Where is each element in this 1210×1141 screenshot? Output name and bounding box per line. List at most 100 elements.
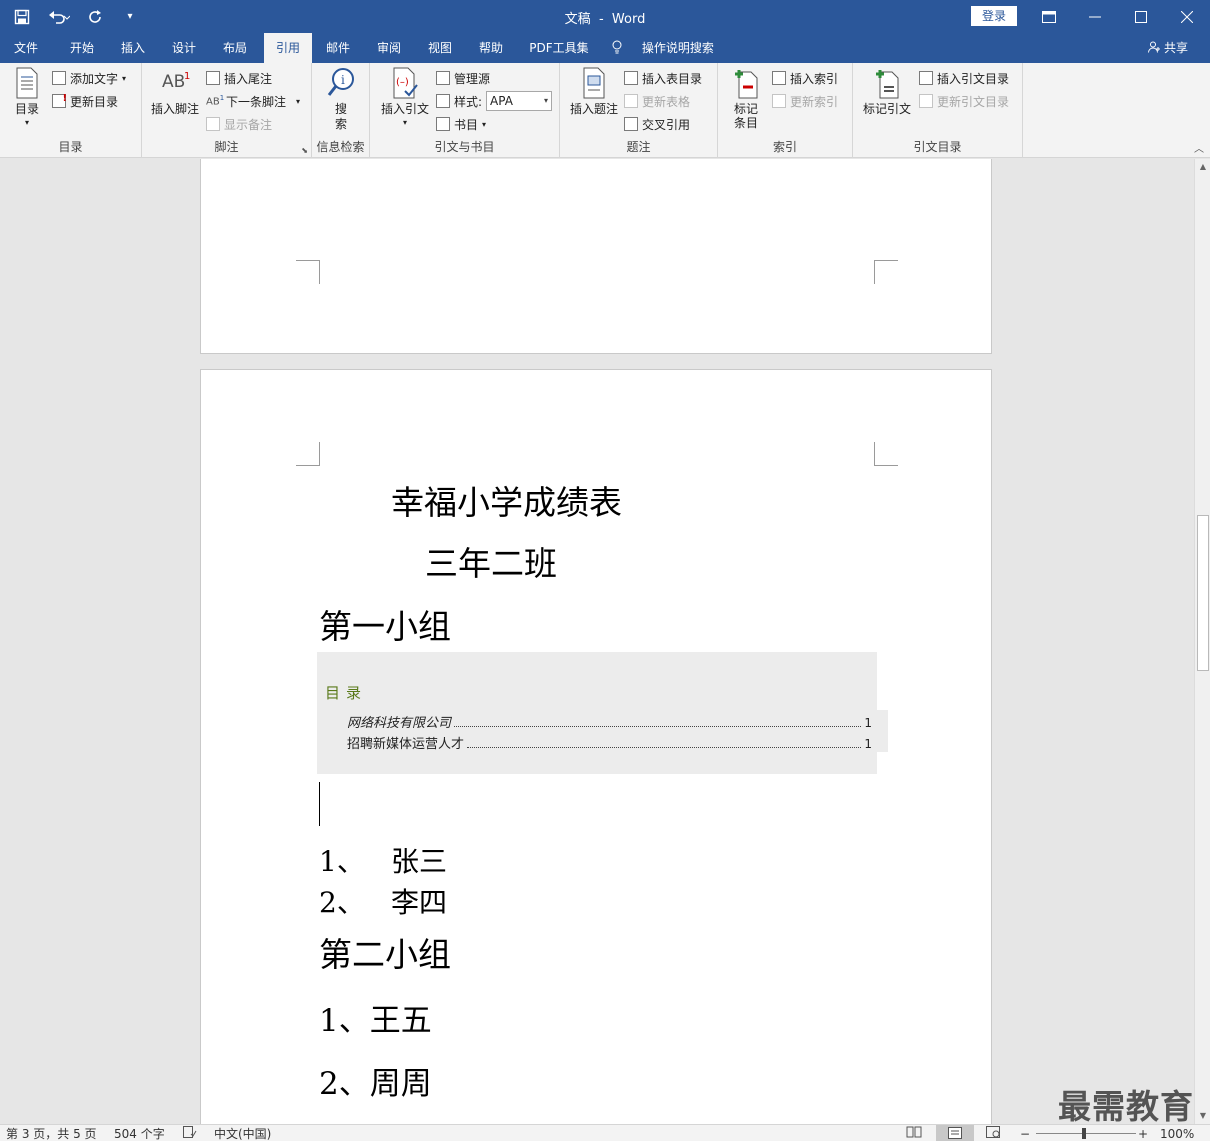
title-separator: - bbox=[598, 12, 604, 27]
read-mode-icon[interactable] bbox=[906, 1126, 922, 1141]
tell-me-search[interactable]: 操作说明搜索 bbox=[612, 33, 720, 63]
update-index-button[interactable]: 更新索引 bbox=[772, 92, 838, 110]
style-dropdown[interactable]: APA ▾ bbox=[486, 91, 553, 111]
toc-group: 目录 ▾ 添加文字 ▾ ! 更新目录 目录 bbox=[0, 63, 142, 158]
update-table-label: 更新表格 bbox=[642, 94, 691, 109]
vertical-scrollbar[interactable]: ▲ ▼ bbox=[1194, 159, 1210, 1124]
maximize-icon[interactable] bbox=[1118, 0, 1164, 33]
table-of-contents[interactable]: 目录 网络科技有限公司 1 招聘新媒体运营人才 1 bbox=[317, 652, 888, 774]
word-count[interactable]: 504 个字 bbox=[114, 1126, 165, 1141]
tab-references[interactable]: 引用 bbox=[264, 33, 312, 63]
insert-caption-button[interactable]: 插入题注 bbox=[568, 67, 620, 116]
tab-help[interactable]: 帮助 bbox=[469, 33, 513, 63]
manage-sources-label: 管理源 bbox=[454, 71, 491, 86]
insert-citation-button[interactable]: (–) 插入引文 ▾ bbox=[380, 67, 430, 130]
toc-heading: 目录 bbox=[325, 684, 368, 702]
style-value: APA bbox=[490, 94, 513, 108]
ribbon: 目录 ▾ 添加文字 ▾ ! 更新目录 目录 AB 1 插入脚注 插入尾注 AB1 … bbox=[0, 63, 1210, 158]
mark-citation-button[interactable]: 标记引文 bbox=[861, 67, 913, 116]
cross-reference-button[interactable]: 交叉引用 bbox=[624, 115, 690, 133]
footnote-icon: AB 1 bbox=[162, 71, 191, 92]
show-notes-label: 显示备注 bbox=[224, 117, 273, 132]
tell-me-label: 操作说明搜索 bbox=[641, 41, 714, 55]
toc-entry[interactable]: 招聘新媒体运营人才 1 bbox=[347, 733, 872, 752]
zoom-in-icon[interactable]: + bbox=[1138, 1126, 1148, 1141]
toc-leader-dots bbox=[454, 717, 862, 727]
print-layout-icon[interactable] bbox=[936, 1125, 974, 1141]
web-layout-icon[interactable] bbox=[986, 1126, 1000, 1141]
current-page[interactable]: 幸福小学成绩表 三年二班 第一小组 目录 网络科技有限公司 1 招聘新媒体运营人… bbox=[200, 369, 992, 1124]
show-notes-button[interactable]: 显示备注 bbox=[206, 115, 272, 133]
insert-index-icon bbox=[772, 71, 786, 85]
search-label: 搜索 bbox=[334, 102, 347, 131]
update-toc-label: 更新目录 bbox=[70, 94, 119, 109]
tab-design[interactable]: 设计 bbox=[161, 33, 207, 63]
tab-mailings[interactable]: 邮件 bbox=[316, 33, 360, 63]
tab-home[interactable]: 开始 bbox=[58, 33, 106, 63]
dialog-launcher-icon[interactable]: ⬊ bbox=[301, 146, 308, 155]
zoom-slider[interactable] bbox=[1036, 1133, 1136, 1134]
insert-caption-label: 插入题注 bbox=[569, 102, 618, 116]
scroll-up-icon[interactable]: ▲ bbox=[1195, 159, 1210, 175]
insert-footnote-button[interactable]: AB 1 插入脚注 bbox=[150, 67, 200, 116]
add-text-button[interactable]: 添加文字 ▾ bbox=[52, 69, 126, 87]
update-table-button[interactable]: 更新表格 bbox=[624, 92, 690, 110]
endnote-icon bbox=[206, 71, 220, 85]
previous-page bbox=[200, 159, 992, 354]
search-button[interactable]: i 搜索 bbox=[324, 67, 358, 132]
add-text-label: 添加文字 bbox=[70, 71, 119, 86]
tab-insert[interactable]: 插入 bbox=[110, 33, 156, 63]
zoom-slider-thumb[interactable] bbox=[1082, 1128, 1086, 1139]
bibliography-label: 书目 bbox=[454, 117, 479, 132]
next-footnote-label: 下一条脚注 bbox=[226, 94, 287, 109]
proofing-icon[interactable] bbox=[183, 1126, 197, 1141]
share-button[interactable]: 共享 bbox=[1148, 33, 1188, 63]
insert-toa-button[interactable]: 插入引文目录 bbox=[919, 69, 1009, 87]
scrollbar-thumb[interactable] bbox=[1197, 515, 1209, 671]
tab-file[interactable]: 文件 bbox=[0, 33, 52, 63]
document-area: 幸福小学成绩表 三年二班 第一小组 目录 网络科技有限公司 1 招聘新媒体运营人… bbox=[0, 159, 1194, 1124]
tab-review[interactable]: 审阅 bbox=[367, 33, 411, 63]
collapse-ribbon-icon[interactable]: ︿ bbox=[1194, 140, 1204, 155]
manage-sources-button[interactable]: 管理源 bbox=[436, 69, 490, 87]
update-toa-button[interactable]: 更新引文目录 bbox=[919, 92, 1009, 110]
update-index-label: 更新索引 bbox=[790, 94, 839, 109]
tab-view[interactable]: 视图 bbox=[418, 33, 462, 63]
list-item: 1、王五 bbox=[319, 995, 432, 1040]
scroll-down-icon[interactable]: ▼ bbox=[1195, 1108, 1210, 1124]
page-count[interactable]: 第 3 页，共 5 页 bbox=[6, 1126, 97, 1141]
research-group: i 搜索 信息检索 bbox=[312, 63, 370, 158]
zoom-out-icon[interactable]: − bbox=[1020, 1126, 1030, 1141]
minimize-icon[interactable] bbox=[1072, 0, 1118, 33]
status-bar: 第 3 页，共 5 页 504 个字 中文(中国) − + 100% bbox=[0, 1124, 1210, 1141]
mark-entry-icon bbox=[732, 67, 760, 99]
zoom-level[interactable]: 100% bbox=[1160, 1126, 1194, 1141]
list-name: 王五 bbox=[369, 1003, 432, 1039]
toa-group-label: 引文目录 bbox=[913, 140, 962, 154]
update-toc-button[interactable]: ! 更新目录 bbox=[52, 92, 118, 110]
next-footnote-icon: AB1 bbox=[206, 94, 225, 108]
index-group: 标记条目 插入索引 更新索引 索引 bbox=[718, 63, 853, 158]
toc-entry-page: 1 bbox=[864, 716, 872, 730]
toc-button[interactable]: 目录 ▾ bbox=[10, 67, 44, 130]
close-icon[interactable] bbox=[1164, 0, 1210, 33]
lightbulb-icon bbox=[612, 33, 624, 63]
list-name: 李四 bbox=[391, 886, 448, 919]
footnote-group-label: 脚注 bbox=[214, 140, 239, 154]
citations-group: (–) 插入引文 ▾ 管理源 样式: APA ▾ 书目 ▾ 引文与书目 bbox=[370, 63, 560, 158]
tab-layout[interactable]: 布局 bbox=[212, 33, 258, 63]
insert-index-button[interactable]: 插入索引 bbox=[772, 69, 838, 87]
insert-table-of-figures-button[interactable]: 插入表目录 bbox=[624, 69, 702, 87]
language[interactable]: 中文(中国) bbox=[214, 1126, 271, 1141]
title-bar: ▾ 文稿 - Word 登录 bbox=[0, 0, 1210, 33]
ribbon-display-options-icon[interactable] bbox=[1026, 0, 1072, 33]
insert-endnote-button[interactable]: 插入尾注 bbox=[206, 69, 272, 87]
toc-entry[interactable]: 网络科技有限公司 1 bbox=[347, 712, 872, 731]
toa-group: 标记引文 插入引文目录 更新引文目录 引文目录 bbox=[853, 63, 1023, 158]
login-button[interactable]: 登录 bbox=[971, 6, 1017, 26]
next-footnote-button[interactable]: AB1 下一条脚注 ▾ bbox=[206, 92, 300, 110]
bibliography-button[interactable]: 书目 ▾ bbox=[436, 115, 486, 133]
list-number: 2、 bbox=[319, 1066, 370, 1102]
tab-pdf-tools[interactable]: PDF工具集 bbox=[523, 33, 595, 63]
mark-entry-button[interactable]: 标记条目 bbox=[726, 67, 766, 130]
